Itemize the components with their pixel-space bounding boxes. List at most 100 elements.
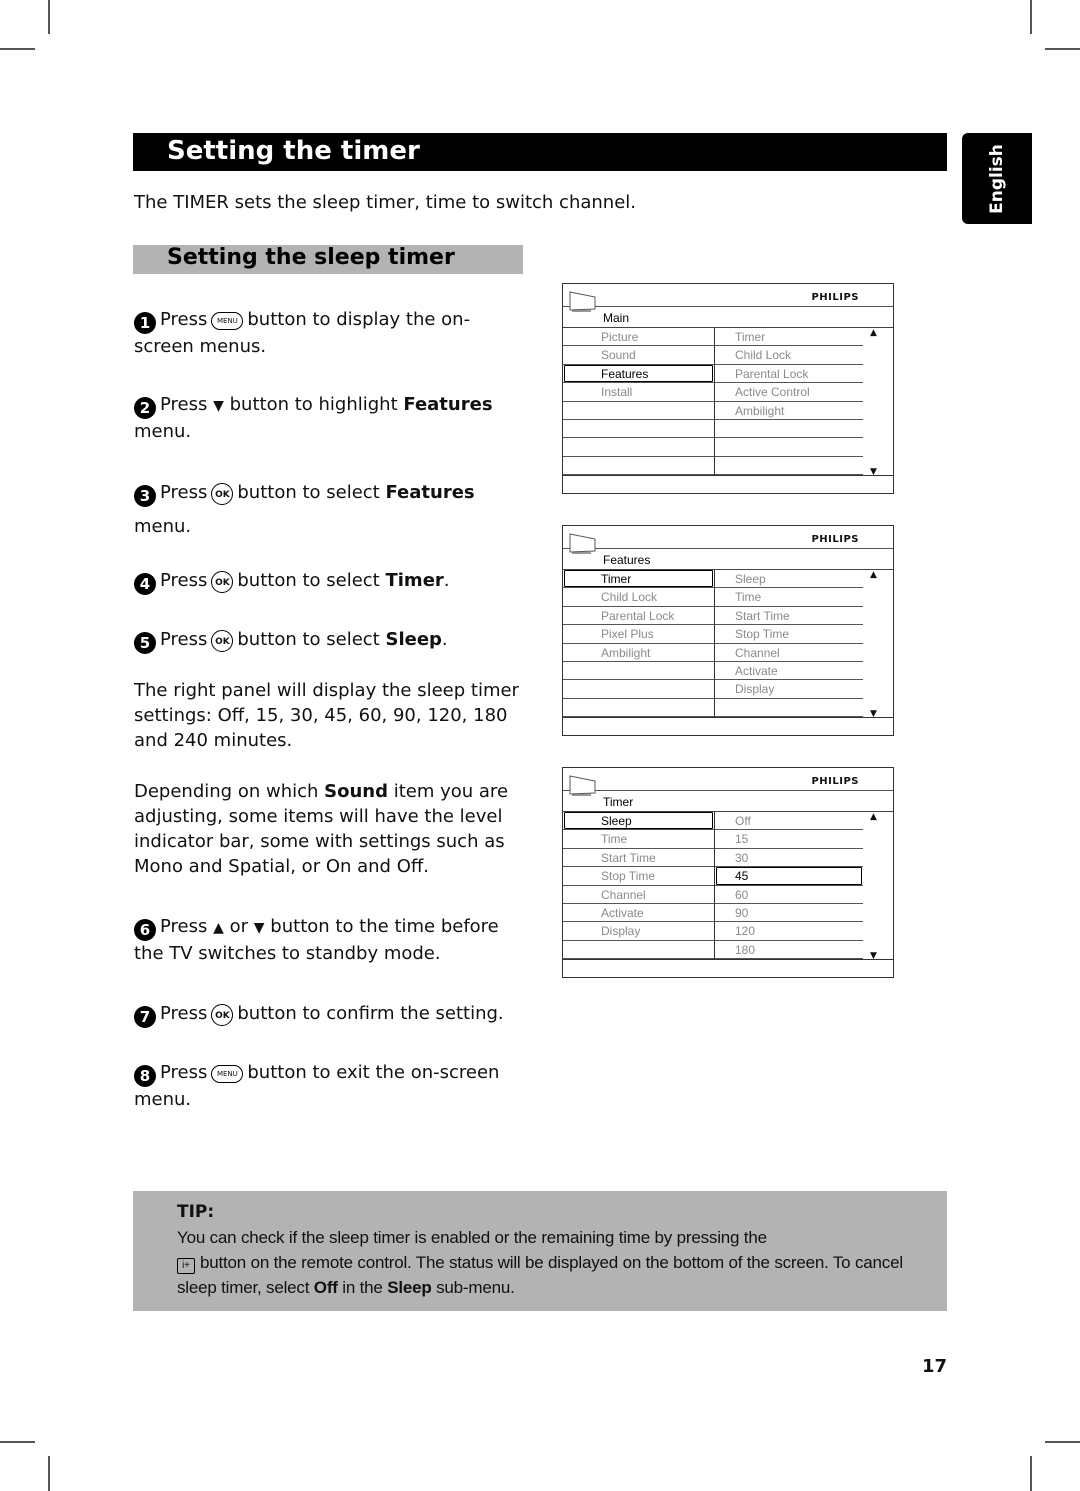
menu-screen-features: PHILIPS Features Timer Child Lock Parental L… [562, 525, 894, 736]
scroll-up-icon[interactable]: ▲ [870, 570, 877, 580]
info-button-icon: i+ [177, 1258, 195, 1274]
submenu-item[interactable] [715, 699, 863, 718]
page-title: Setting the timer [167, 136, 420, 166]
menu-item[interactable]: Parental Lock [563, 607, 714, 626]
submenu-item[interactable]: Parental Lock [715, 365, 863, 384]
step-number: 4 [134, 573, 156, 595]
submenu-item[interactable]: 30 [715, 849, 863, 868]
submenu-item[interactable]: 90 [715, 904, 863, 923]
crop-mark [0, 48, 35, 50]
step-7: 7 Press OK button to confirm the setting. [134, 1001, 519, 1028]
menu-item[interactable]: Child Lock [563, 588, 714, 607]
page-number: 17 [922, 1356, 948, 1377]
menu-header: PHILIPS [563, 768, 893, 796]
submenu-item[interactable] [715, 457, 863, 476]
menu-item[interactable]: Time [563, 830, 714, 849]
right-panel-note: The right panel will display the sleep t… [134, 680, 519, 751]
menu-left-column: Timer Child Lock Parental Lock Pixel Plus Am… [563, 570, 715, 718]
menu-breadcrumb: Timer [603, 795, 634, 809]
submenu-item[interactable]: Time [715, 588, 863, 607]
menu-item[interactable]: Sound [563, 346, 714, 365]
menu-screen-timer: PHILIPS Timer Sleep Time Start Time Stop Time… [562, 767, 894, 978]
crop-mark [1030, 1456, 1032, 1491]
menu-breadcrumb: Features [603, 553, 651, 567]
submenu-item[interactable]: Off [715, 812, 863, 831]
up-arrow-icon: ▲ [213, 920, 224, 936]
menu-item[interactable]: Activate [563, 904, 714, 923]
submenu-item[interactable]: Stop Time [715, 625, 863, 644]
language-tab: English [962, 133, 1032, 224]
ok-button-icon: OK [211, 483, 234, 505]
menu-item[interactable] [563, 941, 714, 960]
crop-mark [0, 1441, 35, 1443]
step-number: 3 [134, 485, 156, 507]
menu-item[interactable] [563, 662, 714, 681]
tip-box: TIP: You can check if the sleep timer is… [133, 1191, 947, 1311]
step-1: 1 Press MENU button to display the on-scree… [134, 309, 471, 357]
submenu-item[interactable]: 15 [715, 830, 863, 849]
crop-mark [1045, 48, 1080, 50]
menu-scrollbar[interactable]: ▲ ▼ [863, 328, 893, 477]
philips-logo: PHILIPS [811, 292, 859, 303]
submenu-item[interactable]: Start Time [715, 607, 863, 626]
menu-item[interactable]: Sleep [563, 812, 714, 831]
menu-breadcrumb: Main [603, 311, 630, 325]
menu-breadcrumb-row: Timer [563, 790, 893, 812]
submenu-item[interactable]: Sleep [715, 570, 863, 589]
submenu-item[interactable]: 60 [715, 886, 863, 904]
menu-item[interactable]: Install [563, 383, 714, 402]
menu-item[interactable]: Timer [563, 570, 714, 589]
crop-mark [1030, 0, 1032, 34]
menu-breadcrumb-row: Features [563, 548, 893, 570]
menu-item[interactable]: Picture [563, 328, 714, 347]
menu-item[interactable] [563, 457, 714, 476]
menu-item[interactable] [563, 402, 714, 420]
menu-item[interactable]: Start Time [563, 849, 714, 868]
menu-breadcrumb-row: Main [563, 306, 893, 328]
menu-scrollbar[interactable]: ▲ ▼ [863, 570, 893, 719]
ok-button-icon: OK [211, 571, 234, 593]
menu-item[interactable] [563, 420, 714, 439]
submenu-item[interactable]: Activate [715, 662, 863, 681]
tip-title: TIP: [177, 1202, 215, 1222]
menu-left-column: Sleep Time Start Time Stop Time Channel Activ… [563, 812, 715, 960]
submenu-item[interactable]: Active Control [715, 383, 863, 402]
menu-item[interactable]: Channel [563, 886, 714, 904]
scroll-up-icon[interactable]: ▲ [870, 328, 877, 338]
submenu-item[interactable]: Child Lock [715, 346, 863, 365]
step-number: 8 [134, 1065, 156, 1087]
submenu-item[interactable]: Timer [715, 328, 863, 347]
menu-item[interactable] [563, 680, 714, 699]
submenu-item[interactable]: 45 [715, 867, 863, 886]
menu-item[interactable]: Pixel Plus [563, 625, 714, 644]
menu-screen-main: PHILIPS Main Picture Sound Features Install Ti… [562, 283, 894, 494]
step-number: 7 [134, 1006, 156, 1028]
submenu-item[interactable] [715, 420, 863, 439]
submenu-item[interactable]: 120 [715, 922, 863, 941]
menu-item[interactable] [563, 438, 714, 457]
menu-left-column: Picture Sound Features Install [563, 328, 715, 476]
crop-mark [48, 0, 50, 34]
menu-item[interactable]: Stop Time [563, 867, 714, 886]
menu-button-icon: MENU [211, 312, 244, 330]
menu-footer [563, 717, 893, 735]
submenu-item[interactable]: Display [715, 680, 863, 699]
crop-mark [48, 1456, 50, 1491]
menu-header: PHILIPS [563, 526, 893, 554]
scroll-up-icon[interactable]: ▲ [870, 812, 877, 822]
menu-item[interactable] [563, 699, 714, 718]
submenu-item[interactable]: Ambilight [715, 402, 863, 420]
menu-footer [563, 959, 893, 977]
menu-footer [563, 475, 893, 493]
submenu-item[interactable]: Channel [715, 644, 863, 662]
submenu-item[interactable] [715, 438, 863, 457]
ok-button-icon: OK [211, 1004, 234, 1026]
menu-scrollbar[interactable]: ▲ ▼ [863, 812, 893, 961]
menu-item[interactable]: Display [563, 922, 714, 941]
submenu-item[interactable]: 180 [715, 941, 863, 960]
menu-item[interactable]: Features [563, 364, 714, 384]
philips-logo: PHILIPS [811, 776, 859, 787]
menu-item[interactable]: Ambilight [563, 644, 714, 662]
menu-right-column: Off 15 30 45 60 90 120 180 [715, 812, 863, 960]
sound-note: Depending on which Sound item you are ad… [134, 781, 509, 877]
